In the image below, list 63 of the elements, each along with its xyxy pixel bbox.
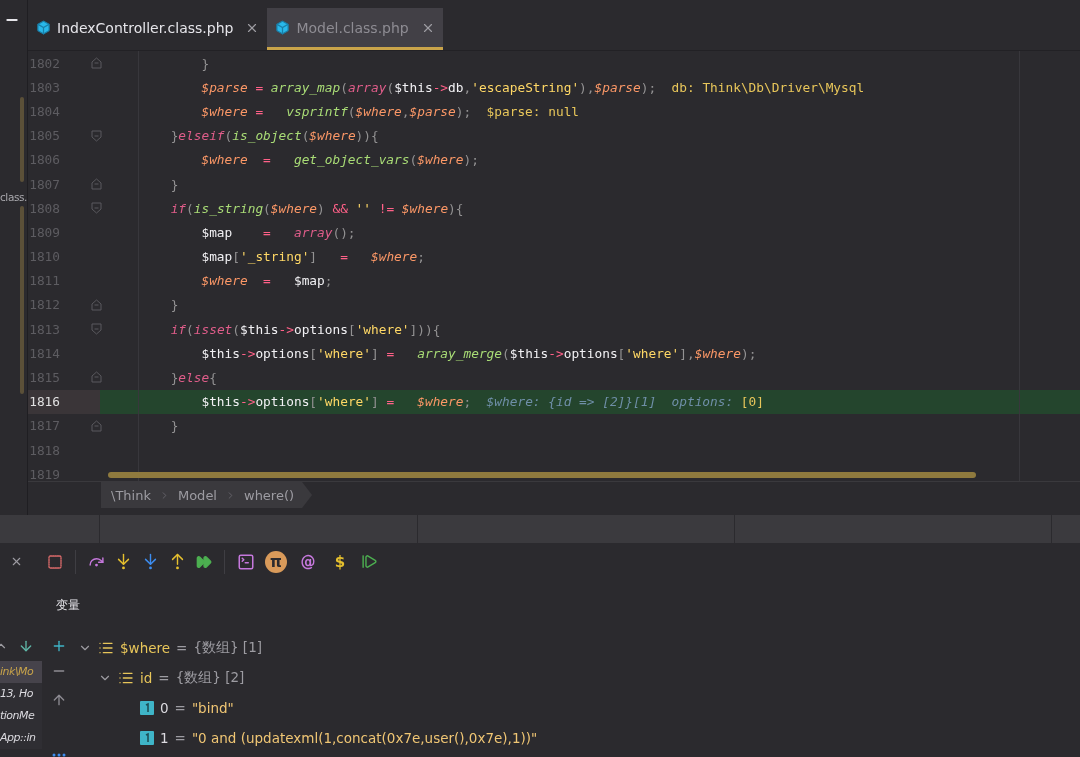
watch-button[interactable]: @	[297, 550, 319, 573]
list-icon	[118, 670, 134, 686]
stack-frame[interactable]: ink\Mo	[0, 661, 42, 683]
stack-frame[interactable]: 13, Ho	[0, 683, 42, 705]
project-file-label: class.	[0, 191, 27, 203]
code-line: }elseif(is_object($where)){	[169, 127, 380, 146]
add-icon[interactable]	[51, 638, 67, 654]
variable-value: "bind"	[191, 700, 234, 716]
code-line: }else{	[169, 369, 218, 388]
file-tab[interactable]: IndexController.class.php	[28, 8, 268, 50]
code-line: }	[200, 54, 211, 73]
code-line: }	[169, 296, 180, 315]
scrollbar-thumb[interactable]	[20, 206, 24, 394]
variable-button[interactable]: $	[329, 550, 351, 573]
step-out-icon[interactable]	[169, 553, 186, 571]
fold-start-icon[interactable]	[91, 323, 102, 336]
variable-type: {数组} [2]	[175, 669, 245, 687]
list-icon	[98, 640, 114, 656]
horizontal-scrollbar[interactable]	[108, 472, 976, 478]
equals-sign: =	[176, 640, 188, 656]
variables-title: 变量	[56, 597, 80, 615]
code-line: if(isset($this->options['where'])){	[169, 320, 442, 339]
evaluate-button[interactable]: π	[265, 550, 287, 573]
equals-sign: =	[174, 730, 186, 746]
code-line: }	[169, 175, 180, 194]
variable-name: 1	[160, 730, 169, 746]
code-line: $where = $map;	[200, 272, 334, 291]
fold-start-icon[interactable]	[91, 202, 102, 215]
line-number: 1816	[28, 389, 100, 414]
file-tab[interactable]: Model.class.php	[267, 8, 443, 50]
variable-name: id	[140, 670, 153, 686]
code-line: $where = get_object_vars($where);	[200, 151, 480, 170]
code-line: if(is_string($where) && '' != $where){	[169, 199, 465, 218]
resume-icon[interactable]	[361, 553, 378, 571]
stop-icon[interactable]	[47, 553, 63, 570]
scrollbar-thumb[interactable]	[20, 97, 24, 182]
equals-sign: =	[158, 670, 170, 686]
code-line: $this->options['where'] = array_merge($this->options['where'],$where);	[200, 344, 758, 363]
breadcrumb-item[interactable]: where()	[244, 487, 295, 503]
stack-frame[interactable]: tionMe	[0, 705, 42, 727]
console-icon[interactable]	[237, 552, 255, 571]
breadcrumb-item[interactable]: Model	[177, 487, 217, 503]
number-type-icon	[140, 731, 154, 745]
variable-value: "0 and (updatexml(1,concat(0x7e,user(),0x7e),1))"	[191, 730, 538, 746]
stack-frame[interactable]: App::in	[0, 727, 42, 749]
number-type-icon	[140, 701, 154, 715]
variable-name: $where	[120, 640, 171, 656]
code-line: $map = array();	[200, 223, 357, 242]
code-line: $map['_string'] = $where;	[200, 248, 426, 267]
variable-type: {数组} [1]	[193, 639, 262, 657]
step-into-icon[interactable]	[115, 553, 132, 571]
variable-name: 0	[160, 700, 169, 716]
php-class-icon	[36, 20, 51, 35]
force-step-into-icon[interactable]	[142, 553, 159, 571]
code-line: }	[169, 417, 180, 436]
run-to-cursor-icon[interactable]	[196, 553, 212, 570]
breadcrumb-item[interactable]: \Think	[111, 487, 151, 503]
code-line: $parse = array_map(array($this->db,'escapeString'),$parse); db: Think\Db\Driver\Mysql	[200, 78, 866, 97]
php-class-icon	[275, 20, 291, 35]
more-icon[interactable]	[52, 753, 66, 757]
equals-sign: =	[174, 700, 186, 716]
fold-start-icon[interactable]	[91, 129, 102, 142]
code-line: $where = vsprintf($where,$parse); $parse: null	[200, 102, 581, 121]
